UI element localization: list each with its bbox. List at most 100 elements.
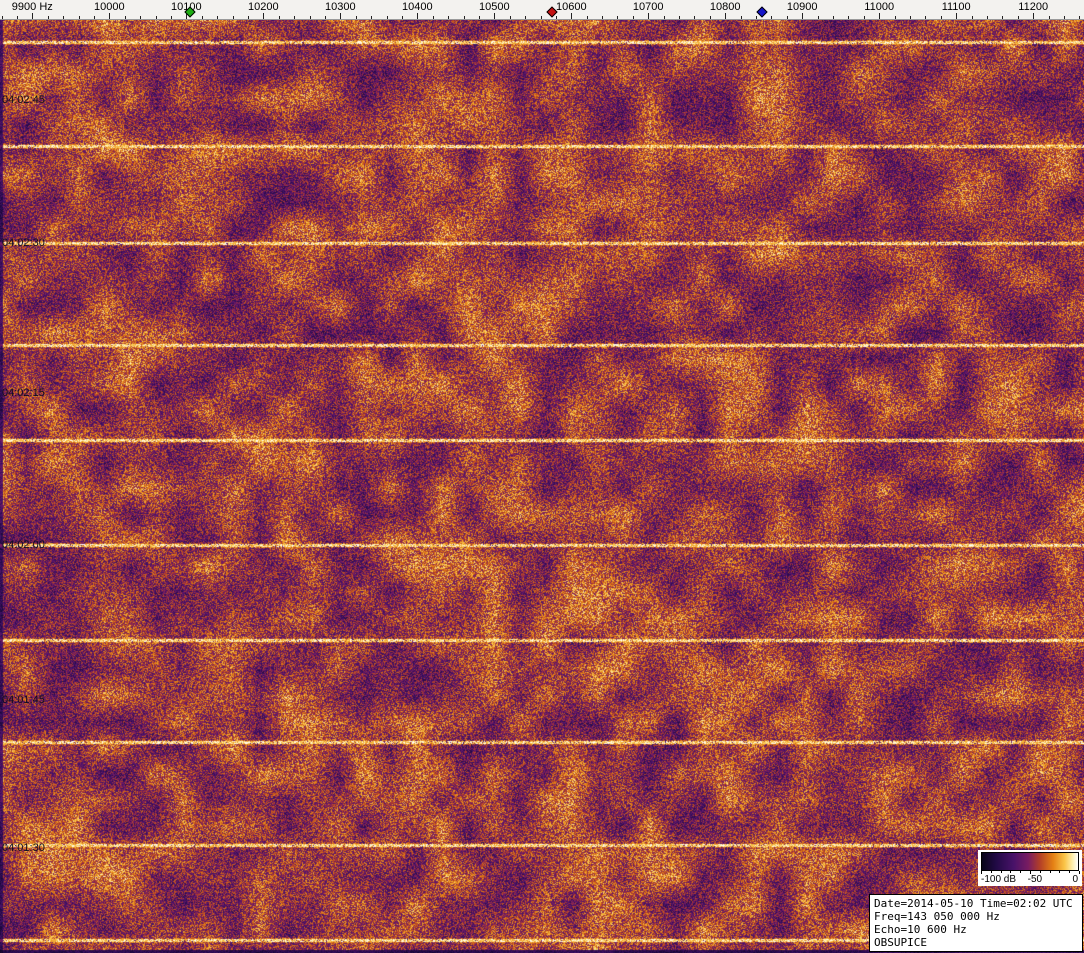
spectrogram-window: 9900 Hz 10000 10100 10200 10300 10400 10500 106…: [0, 0, 1084, 953]
info-frequency: Freq=143 050 000 Hz: [874, 910, 1000, 923]
colorbar-tick: [1010, 871, 1012, 873]
colorbar-tick: [1000, 871, 1002, 873]
ruler-minor-tick: [432, 16, 434, 19]
frequency-ruler[interactable]: 9900 Hz 10000 10100 10200 10300 10400 10500 106…: [0, 0, 1084, 20]
ruler-major-tick: [494, 13, 496, 19]
freq-label-11000: 11000: [864, 1, 895, 13]
ruler-minor-tick: [401, 16, 403, 19]
freq-label-10800: 10800: [709, 1, 741, 13]
ruler-major-tick: [109, 13, 111, 19]
time-label-040200: 04:02:00: [2, 539, 45, 551]
time-label-040215: 04:02:15: [2, 387, 45, 399]
ruler-minor-tick: [78, 16, 80, 19]
freq-label-11200: 11200: [1018, 1, 1049, 13]
info-observer: OBSUPICE: [874, 936, 927, 949]
ruler-minor-tick: [863, 16, 865, 19]
ruler-minor-tick: [833, 16, 834, 19]
ruler-minor-tick: [756, 16, 757, 19]
ruler-major-tick: [879, 13, 881, 19]
ruler-minor-tick: [170, 16, 172, 19]
freq-label-10500: 10500: [479, 1, 510, 13]
freq-label-9900: 9900 Hz: [11, 1, 53, 13]
ruler-minor-tick: [16, 16, 18, 19]
ruler-minor-tick: [694, 16, 696, 19]
colorbar-tick: [990, 871, 992, 873]
ruler-minor-tick: [371, 16, 373, 19]
ruler-minor-tick: [602, 16, 604, 19]
ruler-minor-tick: [386, 16, 388, 19]
ruler-major-tick: [340, 13, 342, 19]
ruler-major-tick: [1033, 13, 1035, 19]
ruler-minor-tick: [940, 16, 942, 19]
freq-label-10400: 10400: [402, 1, 433, 13]
ruler-major-tick: [417, 13, 419, 19]
time-label-040145: 04:01:45: [2, 694, 45, 706]
ruler-minor-tick: [586, 16, 588, 19]
ruler-major-tick: [956, 13, 958, 19]
colorbar-tick: [1020, 871, 1022, 873]
ruler-minor-tick: [679, 16, 680, 19]
colorbar-tick: [1059, 871, 1061, 873]
colorbar-gradient: [981, 852, 1079, 871]
freq-label-10700: 10700: [632, 1, 664, 13]
ruler-minor-tick: [786, 16, 788, 19]
ruler-minor-tick: [1048, 16, 1050, 19]
ruler-minor-tick: [771, 16, 773, 19]
spectrogram-area: 04:02:45 04:02:30 04:02:15 04:02:00 04:01:45…: [0, 20, 1084, 953]
ruler-major-tick: [571, 13, 573, 19]
ruler-minor-tick: [817, 16, 819, 19]
ruler-minor-tick: [632, 16, 634, 19]
intensity-colorbar: -100 dB -50 0: [978, 850, 1082, 886]
ruler-minor-tick: [663, 16, 665, 19]
ruler-major-tick: [802, 13, 804, 19]
ruler-minor-tick: [124, 16, 126, 19]
colorbar-labels: -100 dB -50 0: [981, 874, 1079, 885]
ruler-minor-tick: [1017, 16, 1019, 19]
ruler-minor-tick: [910, 16, 911, 19]
ruler-minor-tick: [740, 16, 742, 19]
colorbar-label-max: 0: [1072, 874, 1078, 885]
ruler-minor-tick: [987, 16, 988, 19]
ruler-minor-tick: [309, 16, 311, 19]
ruler-minor-tick: [1002, 16, 1004, 19]
ruler-minor-tick: [971, 16, 973, 19]
ruler-minor-tick: [217, 16, 219, 19]
freq-label-10000: 10000: [94, 1, 125, 13]
info-echo: Echo=10 600 Hz: [874, 923, 967, 936]
ruler-minor-tick: [617, 16, 619, 19]
ruler-minor-tick: [278, 16, 280, 19]
ruler-minor-tick: [555, 16, 557, 19]
ruler-major-tick: [263, 13, 265, 19]
blue-diamond-marker[interactable]: [756, 6, 768, 18]
ruler-minor-tick: [140, 16, 142, 19]
ruler-minor-tick: [848, 16, 850, 19]
ruler-minor-tick: [509, 16, 511, 19]
ruler-minor-tick: [201, 16, 203, 19]
ruler-minor-tick: [155, 16, 157, 19]
ruler-minor-tick: [47, 16, 49, 19]
freq-label-10200: 10200: [248, 1, 279, 13]
ruler-minor-tick: [525, 16, 527, 19]
time-label-040230: 04:02:30: [2, 237, 45, 249]
ruler-minor-tick: [294, 16, 296, 19]
ruler-minor-tick: [247, 16, 249, 19]
ruler-minor-tick: [478, 16, 480, 19]
ruler-minor-tick: [355, 16, 357, 19]
time-label-040130: 04:01:30: [2, 842, 45, 854]
ruler-minor-tick: [63, 16, 65, 19]
ruler-minor-tick: [1064, 16, 1065, 19]
ruler-minor-tick: [894, 16, 896, 19]
spectrogram-canvas[interactable]: [0, 20, 1084, 953]
colorbar-label-min: -100 dB: [981, 874, 1017, 885]
ruler-major-tick: [648, 13, 650, 19]
freq-label-11100: 11100: [941, 1, 971, 13]
ruler-minor-tick: [1079, 16, 1081, 19]
colorbar-tick: [1039, 871, 1041, 873]
info-box: Date=2014-05-10 Time=02:02 UTC Freq=143 …: [869, 894, 1083, 952]
colorbar-tick: [1069, 871, 1071, 873]
ruler-minor-tick: [925, 16, 927, 19]
freq-label-10300: 10300: [325, 1, 356, 13]
info-date-time: Date=2014-05-10 Time=02:02 UTC: [874, 897, 1073, 910]
ruler-minor-tick: [93, 16, 95, 19]
colorbar-tick: [1079, 871, 1080, 874]
